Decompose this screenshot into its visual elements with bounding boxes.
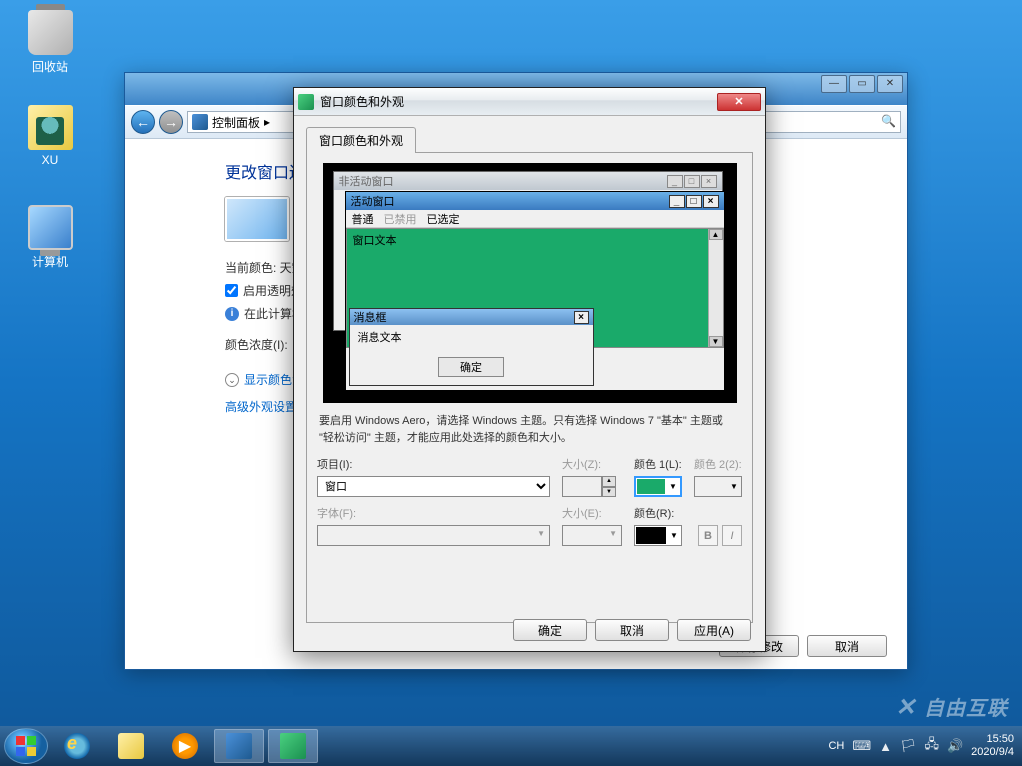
- dropdown-icon: ▼: [728, 482, 740, 491]
- preview-menu-normal[interactable]: 普通: [352, 211, 374, 227]
- dialog-icon: [298, 94, 314, 110]
- desktop-icon-label: 回收站: [15, 58, 85, 75]
- font-color-swatch: [636, 527, 666, 544]
- dialog-titlebar[interactable]: 窗口颜色和外观 ✕: [294, 88, 765, 116]
- color2-picker: ▼: [694, 476, 742, 497]
- close-button[interactable]: ✕: [877, 75, 903, 93]
- preview-scrollbar[interactable]: [708, 229, 723, 347]
- preview-menu: 普通 已禁用 已选定: [346, 210, 724, 228]
- tray-chevron-icon[interactable]: ▲: [879, 739, 892, 754]
- item-select[interactable]: 窗口: [317, 476, 550, 497]
- maximize-button[interactable]: ▭: [849, 75, 875, 93]
- dropdown-icon: ▼: [668, 531, 680, 540]
- color1-label: 颜色 1(L):: [634, 456, 682, 472]
- computer-icon: [28, 205, 73, 250]
- dialog-buttons: 确定 取消 应用(A): [513, 619, 751, 641]
- desktop-icon-label: XU: [15, 153, 85, 167]
- nav-back-button[interactable]: ←: [131, 110, 155, 134]
- size-z-label: 大小(Z):: [562, 456, 622, 472]
- font-label: 字体(F):: [317, 505, 550, 521]
- color1-swatch: [637, 479, 665, 494]
- chevron-down-icon: ⌄: [225, 373, 239, 387]
- italic-button[interactable]: I: [722, 525, 742, 546]
- tab-window-color[interactable]: 窗口颜色和外观: [306, 127, 416, 153]
- system-tray: CH ⌨ ▲ 🏳 🖧 🔊 15:50 2020/9/4: [828, 733, 1018, 759]
- control-panel-icon: [192, 114, 208, 130]
- control-panel-icon: [226, 733, 252, 759]
- dropdown-icon: ▼: [667, 482, 679, 491]
- keyboard-icon[interactable]: ⌨: [852, 738, 871, 754]
- desktop-icon-computer[interactable]: 计算机: [15, 205, 85, 270]
- recycle-bin-icon: [28, 10, 73, 55]
- size-z-input: [562, 476, 602, 497]
- action-center-icon[interactable]: 🏳: [900, 738, 917, 754]
- folder-icon: [28, 105, 73, 150]
- volume-icon[interactable]: 🔊: [947, 738, 963, 754]
- taskbar-item-personalization[interactable]: [268, 729, 318, 763]
- controls-row-2: 字体(F): ▼ 大小(E): ▼ 颜色(R): ▼ B: [317, 505, 742, 546]
- clock-date: 2020/9/4: [971, 746, 1014, 759]
- taskbar-item-control-panel[interactable]: [214, 729, 264, 763]
- ok-button[interactable]: 确定: [513, 619, 587, 641]
- enable-transparency-checkbox[interactable]: [225, 284, 238, 297]
- breadcrumb-text: 控制面板: [212, 114, 260, 131]
- preview-active-titlebar: 活动窗口 _□×: [346, 192, 724, 210]
- preview-window-text: 窗口文本: [353, 232, 397, 248]
- desktop-icon-recycle-bin[interactable]: 回收站: [15, 10, 85, 75]
- theme-swatch[interactable]: [225, 197, 289, 241]
- preview-menu-selected[interactable]: 已选定: [427, 211, 460, 227]
- dialog-title: 窗口颜色和外观: [320, 93, 404, 110]
- size-z-spinner[interactable]: ▲▼: [562, 476, 622, 497]
- dialog-body: 窗口颜色和外观 非活动窗口 _□× 活动窗口 _□× 普通: [294, 116, 765, 635]
- chevron-right-icon: ▸: [264, 115, 270, 129]
- preview-msgbox-titlebar: 消息框 ×: [350, 309, 593, 325]
- tab-strip: 窗口颜色和外观: [306, 126, 753, 153]
- color1-picker[interactable]: ▼: [634, 476, 682, 497]
- window-color-dialog: 窗口颜色和外观 ✕ 窗口颜色和外观 非活动窗口 _□× 活动窗口 _□×: [293, 87, 766, 652]
- clock[interactable]: 15:50 2020/9/4: [971, 733, 1014, 759]
- preview-inactive-titlebar: 非活动窗口 _□×: [334, 172, 722, 190]
- preview-msgbox-ok[interactable]: 确定: [438, 357, 504, 377]
- taskbar-item-explorer[interactable]: [106, 729, 156, 763]
- size-e-label: 大小(E):: [562, 505, 622, 521]
- minimize-button[interactable]: —: [821, 75, 847, 93]
- taskbar-item-media[interactable]: ▶: [160, 729, 210, 763]
- watermark: 自由互联: [895, 692, 1008, 722]
- folder-icon: [118, 733, 144, 759]
- taskbar: e ▶ CH ⌨ ▲ 🏳 🖧 🔊 15:50 2020/9/4: [0, 726, 1022, 766]
- bold-button[interactable]: B: [698, 525, 718, 546]
- font-color-picker[interactable]: ▼: [634, 525, 682, 546]
- close-icon: ×: [574, 311, 589, 324]
- personalization-icon: [280, 733, 306, 759]
- cancel-button[interactable]: 取消: [595, 619, 669, 641]
- tab-content: 非活动窗口 _□× 活动窗口 _□× 普通 已禁用 已选定 窗口: [306, 153, 753, 623]
- desktop-icon-folder-xu[interactable]: XU: [15, 105, 85, 167]
- taskbar-item-ie[interactable]: e: [52, 729, 102, 763]
- font-select: ▼: [317, 525, 550, 546]
- nav-forward-button[interactable]: →: [159, 110, 183, 134]
- item-label: 项目(I):: [317, 456, 550, 472]
- apply-button[interactable]: 应用(A): [677, 619, 751, 641]
- preview-message-box[interactable]: 消息框 × 消息文本 确定: [349, 308, 594, 386]
- info-icon: i: [225, 307, 239, 321]
- close-button[interactable]: ✕: [717, 93, 761, 111]
- network-icon[interactable]: 🖧: [924, 735, 939, 757]
- color-r-label: 颜色(R):: [634, 505, 682, 521]
- preview-msgbox-text: 消息文本: [350, 325, 593, 349]
- language-indicator[interactable]: CH: [828, 740, 844, 752]
- clock-time: 15:50: [971, 733, 1014, 746]
- size-e-select: ▼: [562, 525, 622, 546]
- hint-text: 要启用 Windows Aero，请选择 Windows 主题。只有选择 Win…: [319, 413, 740, 446]
- controls-row-1: 项目(I): 窗口 大小(Z): ▲▼ 颜色 1(L):: [317, 456, 742, 497]
- color2-label: 颜色 2(2):: [694, 456, 742, 472]
- preview-menu-disabled: 已禁用: [384, 211, 417, 227]
- start-button[interactable]: [4, 728, 48, 764]
- preview-area: 非活动窗口 _□× 活动窗口 _□× 普通 已禁用 已选定 窗口: [323, 163, 737, 403]
- cancel-button[interactable]: 取消: [807, 635, 887, 657]
